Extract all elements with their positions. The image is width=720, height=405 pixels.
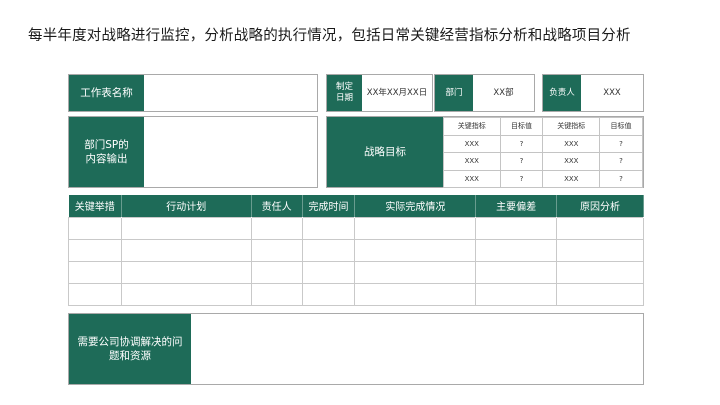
action-cell[interactable] xyxy=(354,238,477,262)
action-header-row: 关键举措 行动计划 责任人 完成时间 实际完成情况 主要偏差 原因分析 xyxy=(68,195,644,217)
kpi-cell[interactable]: XXX xyxy=(443,152,501,171)
action-cell[interactable] xyxy=(301,238,356,262)
action-cell[interactable] xyxy=(301,216,356,240)
action-cell[interactable] xyxy=(250,238,303,262)
action-row xyxy=(68,238,644,262)
department-label: 部门 xyxy=(435,75,473,111)
kpi-row: XXX ? XXX ? xyxy=(443,134,643,153)
issues-input[interactable] xyxy=(191,314,643,384)
action-cell[interactable] xyxy=(475,282,558,306)
kpi-cell[interactable]: ? xyxy=(599,134,643,153)
action-header-cell: 关键举措 xyxy=(68,195,122,217)
action-cell[interactable] xyxy=(120,282,252,306)
kpi-cell[interactable]: ? xyxy=(599,169,643,188)
issues-label: 需要公司协调解决的问题和资源 xyxy=(69,314,191,384)
owner-field: 负责人 XXX xyxy=(542,74,644,112)
form-name-input[interactable] xyxy=(144,75,317,111)
owner-label: 负责人 xyxy=(543,75,581,111)
action-header-cell: 行动计划 xyxy=(121,195,252,217)
action-cell[interactable] xyxy=(250,282,303,306)
action-cell[interactable] xyxy=(556,260,644,284)
action-header-cell: 完成时间 xyxy=(302,195,356,217)
action-row xyxy=(68,260,644,284)
action-row xyxy=(68,216,644,240)
kpi-cell[interactable]: XXX xyxy=(542,152,601,171)
kpi-header-cell: 关键指标 xyxy=(542,117,601,136)
created-date-label: 制定日期 xyxy=(327,75,362,111)
action-cell[interactable] xyxy=(354,216,477,240)
kpi-header-cell: 目标值 xyxy=(499,117,544,136)
action-header-cell: 主要偏差 xyxy=(475,195,558,217)
action-cell[interactable] xyxy=(68,238,122,262)
action-header-cell: 责任人 xyxy=(251,195,303,217)
kpi-cell[interactable]: ? xyxy=(499,134,544,153)
created-date-value: XX年XX月XX日 xyxy=(366,87,428,98)
action-header-cell: 原因分析 xyxy=(556,195,644,217)
kpi-cell[interactable]: XXX xyxy=(443,134,501,153)
action-cell[interactable] xyxy=(475,216,558,240)
action-cell[interactable] xyxy=(120,238,252,262)
action-cell[interactable] xyxy=(301,260,356,284)
action-header-cell: 实际完成情况 xyxy=(354,195,477,217)
sp-output-input[interactable] xyxy=(144,117,317,187)
action-cell[interactable] xyxy=(120,260,252,284)
strategy-goal-section: 战略目标 关键指标 目标值 关键指标 目标值 XXX ? XXX ? XXX ?… xyxy=(326,116,644,188)
form-name-field: 工作表名称 xyxy=(68,74,318,112)
action-cell[interactable] xyxy=(68,216,122,240)
kpi-cell[interactable]: XXX xyxy=(542,169,601,188)
kpi-cell[interactable]: ? xyxy=(499,169,544,188)
department-value: XX部 xyxy=(493,87,514,98)
action-cell[interactable] xyxy=(250,260,303,284)
owner-value: XXX xyxy=(603,87,621,98)
action-table: 关键举措 行动计划 责任人 完成时间 实际完成情况 主要偏差 原因分析 xyxy=(68,195,644,306)
action-table-body xyxy=(68,216,644,306)
action-cell[interactable] xyxy=(120,216,252,240)
kpi-cell[interactable]: ? xyxy=(499,152,544,171)
kpi-header-row: 关键指标 目标值 关键指标 目标值 xyxy=(443,117,643,136)
kpi-cell[interactable]: ? xyxy=(599,152,643,171)
action-cell[interactable] xyxy=(556,282,644,306)
action-cell[interactable] xyxy=(301,282,356,306)
issues-field: 需要公司协调解决的问题和资源 xyxy=(68,313,644,385)
action-row xyxy=(68,282,644,306)
sp-output-field: 部门SP的内容输出 xyxy=(68,116,318,188)
action-cell[interactable] xyxy=(354,282,477,306)
form-name-label: 工作表名称 xyxy=(69,75,144,111)
action-cell[interactable] xyxy=(68,282,122,306)
action-cell[interactable] xyxy=(250,216,303,240)
kpi-header-cell: 关键指标 xyxy=(443,117,501,136)
sp-output-label: 部门SP的内容输出 xyxy=(69,117,144,187)
kpi-header-cell: 目标值 xyxy=(599,117,643,136)
created-date-field: 制定日期 XX年XX月XX日 xyxy=(326,74,433,112)
strategy-goal-label: 战略目标 xyxy=(327,117,443,187)
kpi-cell[interactable]: XXX xyxy=(542,134,601,153)
action-cell[interactable] xyxy=(68,260,122,284)
kpi-cell[interactable]: XXX xyxy=(443,169,501,188)
action-cell[interactable] xyxy=(354,260,477,284)
department-field: 部门 XX部 xyxy=(434,74,535,112)
action-cell[interactable] xyxy=(556,238,644,262)
kpi-row: XXX ? XXX ? xyxy=(443,152,643,171)
page-heading: 每半年度对战略进行监控，分析战略的执行情况，包括日常关键经营指标分析和战略项目分… xyxy=(28,28,631,44)
kpi-table: 关键指标 目标值 关键指标 目标值 XXX ? XXX ? XXX ? XXX … xyxy=(443,117,643,188)
action-cell[interactable] xyxy=(475,238,558,262)
action-cell[interactable] xyxy=(475,260,558,284)
action-cell[interactable] xyxy=(556,216,644,240)
kpi-row: XXX ? XXX ? xyxy=(443,169,643,188)
